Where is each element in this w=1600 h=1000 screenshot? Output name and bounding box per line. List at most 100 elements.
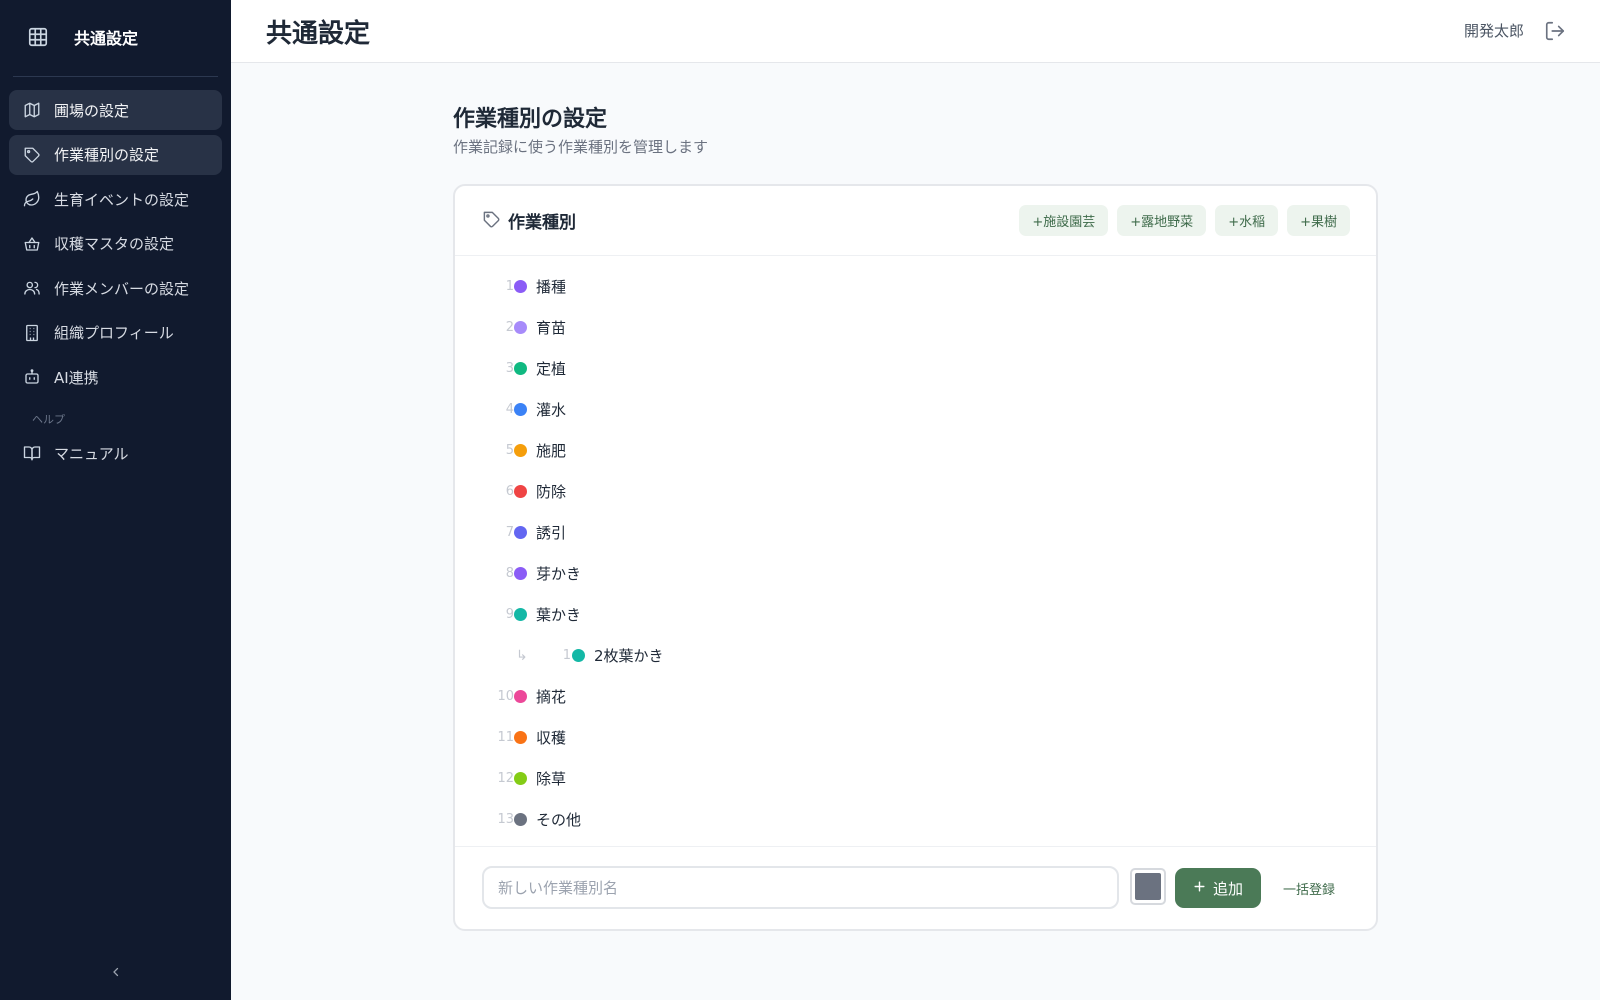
work-type-label: 育苗: [536, 319, 567, 337]
preset-button[interactable]: +果樹: [1287, 205, 1350, 236]
grid-icon: [26, 25, 50, 49]
user-name: 開発太郎: [1463, 22, 1524, 40]
work-type-number: 12: [497, 771, 514, 786]
users-icon: [23, 279, 41, 297]
work-type-label: 誘引: [536, 524, 567, 542]
color-dot: [514, 567, 527, 580]
work-type-row[interactable]: 13 その他: [455, 799, 1376, 840]
color-dot: [572, 649, 585, 662]
sidebar-item-label: 圃場の設定: [54, 101, 130, 120]
map-icon: [23, 101, 41, 119]
logout-icon[interactable]: [1544, 20, 1566, 42]
work-type-row[interactable]: 5 施肥: [455, 430, 1376, 471]
work-type-row[interactable]: 8 芽かき: [455, 553, 1376, 594]
work-type-label: 除草: [536, 770, 567, 788]
book-icon: [23, 444, 41, 462]
sidebar-section-help: ヘルプ: [32, 413, 65, 426]
tag-icon: [482, 210, 502, 230]
work-type-row[interactable]: 1 播種: [455, 266, 1376, 307]
bulk-register-button[interactable]: 一括登録: [1283, 879, 1335, 898]
leaf-icon: [23, 190, 41, 208]
topbar: 共通設定 開発太郎: [231, 0, 1600, 63]
work-type-row[interactable]: 6 防除: [455, 471, 1376, 512]
card-title: 作業種別: [508, 213, 576, 233]
work-type-number: 10: [497, 689, 514, 704]
new-work-type-input[interactable]: [482, 866, 1119, 909]
color-dot: [514, 608, 527, 621]
work-type-label: 収穫: [536, 729, 567, 747]
collapse-sidebar-button[interactable]: [0, 963, 231, 982]
color-dot: [514, 772, 527, 785]
work-type-label: 施肥: [536, 442, 567, 460]
basket-icon: [23, 235, 41, 253]
sidebar: 共通設定 圃場の設定作業種別の設定生育イベントの設定収穫マスタの設定 作業メンバー…: [0, 0, 231, 1000]
sub-work-type-row[interactable]: ↳ 1 2枚葉かき: [455, 635, 1376, 676]
sidebar-title: 共通設定: [74, 29, 139, 48]
color-picker[interactable]: [1130, 868, 1166, 905]
work-type-label: その他: [536, 811, 582, 829]
color-dot: [514, 321, 527, 334]
work-type-label: 灌水: [536, 401, 567, 419]
work-type-number: 1: [562, 648, 571, 663]
work-type-row[interactable]: 12 除草: [455, 758, 1376, 799]
preset-button[interactable]: +露地野菜: [1117, 205, 1207, 236]
card-header: 作業種別 +施設園芸 +露地野菜 +水稲 +果樹: [455, 186, 1376, 256]
work-type-number: 9: [505, 607, 514, 622]
color-dot: [514, 485, 527, 498]
plus-icon: [1193, 879, 1206, 897]
work-type-number: 2: [505, 320, 514, 335]
work-type-list: 1 播種 2 育苗 3 定植 4 灌水 5 施肥 6 防除 7 誘引 8 芽かき 9 葉かき ↳ 1 2枚葉かき 10 摘花…: [455, 256, 1376, 840]
color-picker-fill: [1135, 873, 1161, 900]
work-type-number: 1: [505, 279, 514, 294]
work-type-label: 芽かき: [536, 565, 582, 583]
sidebar-nav: 圃場の設定作業種別の設定生育イベントの設定収穫マスタの設定 作業メンバーの設定組織…: [0, 90, 231, 473]
work-type-number: 3: [505, 361, 514, 376]
bot-icon: [23, 368, 41, 386]
work-type-row[interactable]: 10 摘花: [455, 676, 1376, 717]
sidebar-item-label: 作業メンバーの設定: [54, 279, 190, 298]
work-type-row[interactable]: 3 定植: [455, 348, 1376, 389]
sidebar-item-label: 収穫マスタの設定: [54, 235, 175, 253]
preset-button[interactable]: +施設園芸: [1019, 205, 1109, 236]
work-type-number: 6: [505, 484, 514, 499]
preset-buttons: +施設園芸 +露地野菜 +水稲 +果樹: [1019, 205, 1350, 236]
sidebar-item-fields[interactable]: 圃場の設定: [9, 90, 222, 130]
add-button-label: 追加: [1212, 879, 1243, 898]
work-type-label: 摘花: [536, 688, 567, 706]
tag-icon: [23, 146, 41, 164]
work-types-card: 作業種別 +施設園芸 +露地野菜 +水稲 +果樹 1 播種 2 育苗 3 定植 4 灌水 5 施肥 6 防除…: [453, 184, 1378, 931]
work-type-label: 防除: [536, 483, 567, 501]
sidebar-item-growth-events[interactable]: 生育イベントの設定: [9, 179, 222, 219]
preset-button[interactable]: +水稲: [1215, 205, 1279, 236]
work-type-number: 11: [497, 730, 514, 745]
work-type-row[interactable]: 4 灌水: [455, 389, 1376, 430]
add-button[interactable]: 追加: [1175, 868, 1261, 908]
color-dot: [514, 731, 527, 744]
sidebar-item-org-profile[interactable]: 組織プロフィール: [9, 313, 222, 353]
sidebar-item-manual[interactable]: マニュアル: [9, 433, 222, 473]
sidebar-item-work-types[interactable]: 作業種別の設定: [9, 134, 222, 175]
work-type-label: 葉かき: [536, 606, 582, 624]
color-dot: [514, 280, 527, 293]
sidebar-divider: [13, 76, 218, 77]
work-type-number: 7: [505, 525, 514, 540]
sidebar-item-ai-integration[interactable]: AI連携: [9, 357, 222, 397]
building-icon: [23, 324, 41, 342]
color-dot: [514, 403, 527, 416]
page-title: 共通設定: [266, 19, 371, 49]
color-dot: [514, 444, 527, 457]
color-dot: [514, 526, 527, 539]
color-dot: [514, 813, 527, 826]
sidebar-item-label: マニュアル: [54, 444, 129, 463]
work-type-number: 5: [505, 443, 514, 458]
card-footer: 追加 一括登録: [455, 846, 1376, 929]
work-type-row[interactable]: 9 葉かき: [455, 594, 1376, 635]
work-type-row[interactable]: 11 収穫: [455, 717, 1376, 758]
sidebar-item-label: 作業種別の設定: [54, 146, 160, 164]
work-type-row[interactable]: 2 育苗: [455, 307, 1376, 348]
work-type-row[interactable]: 7 誘引: [455, 512, 1376, 553]
sidebar-item-members[interactable]: 作業メンバーの設定: [9, 268, 222, 308]
work-type-label: 2枚葉かき: [594, 647, 664, 665]
sidebar-item-harvest-master[interactable]: 収穫マスタの設定: [9, 224, 222, 264]
work-type-number: 8: [505, 566, 514, 581]
